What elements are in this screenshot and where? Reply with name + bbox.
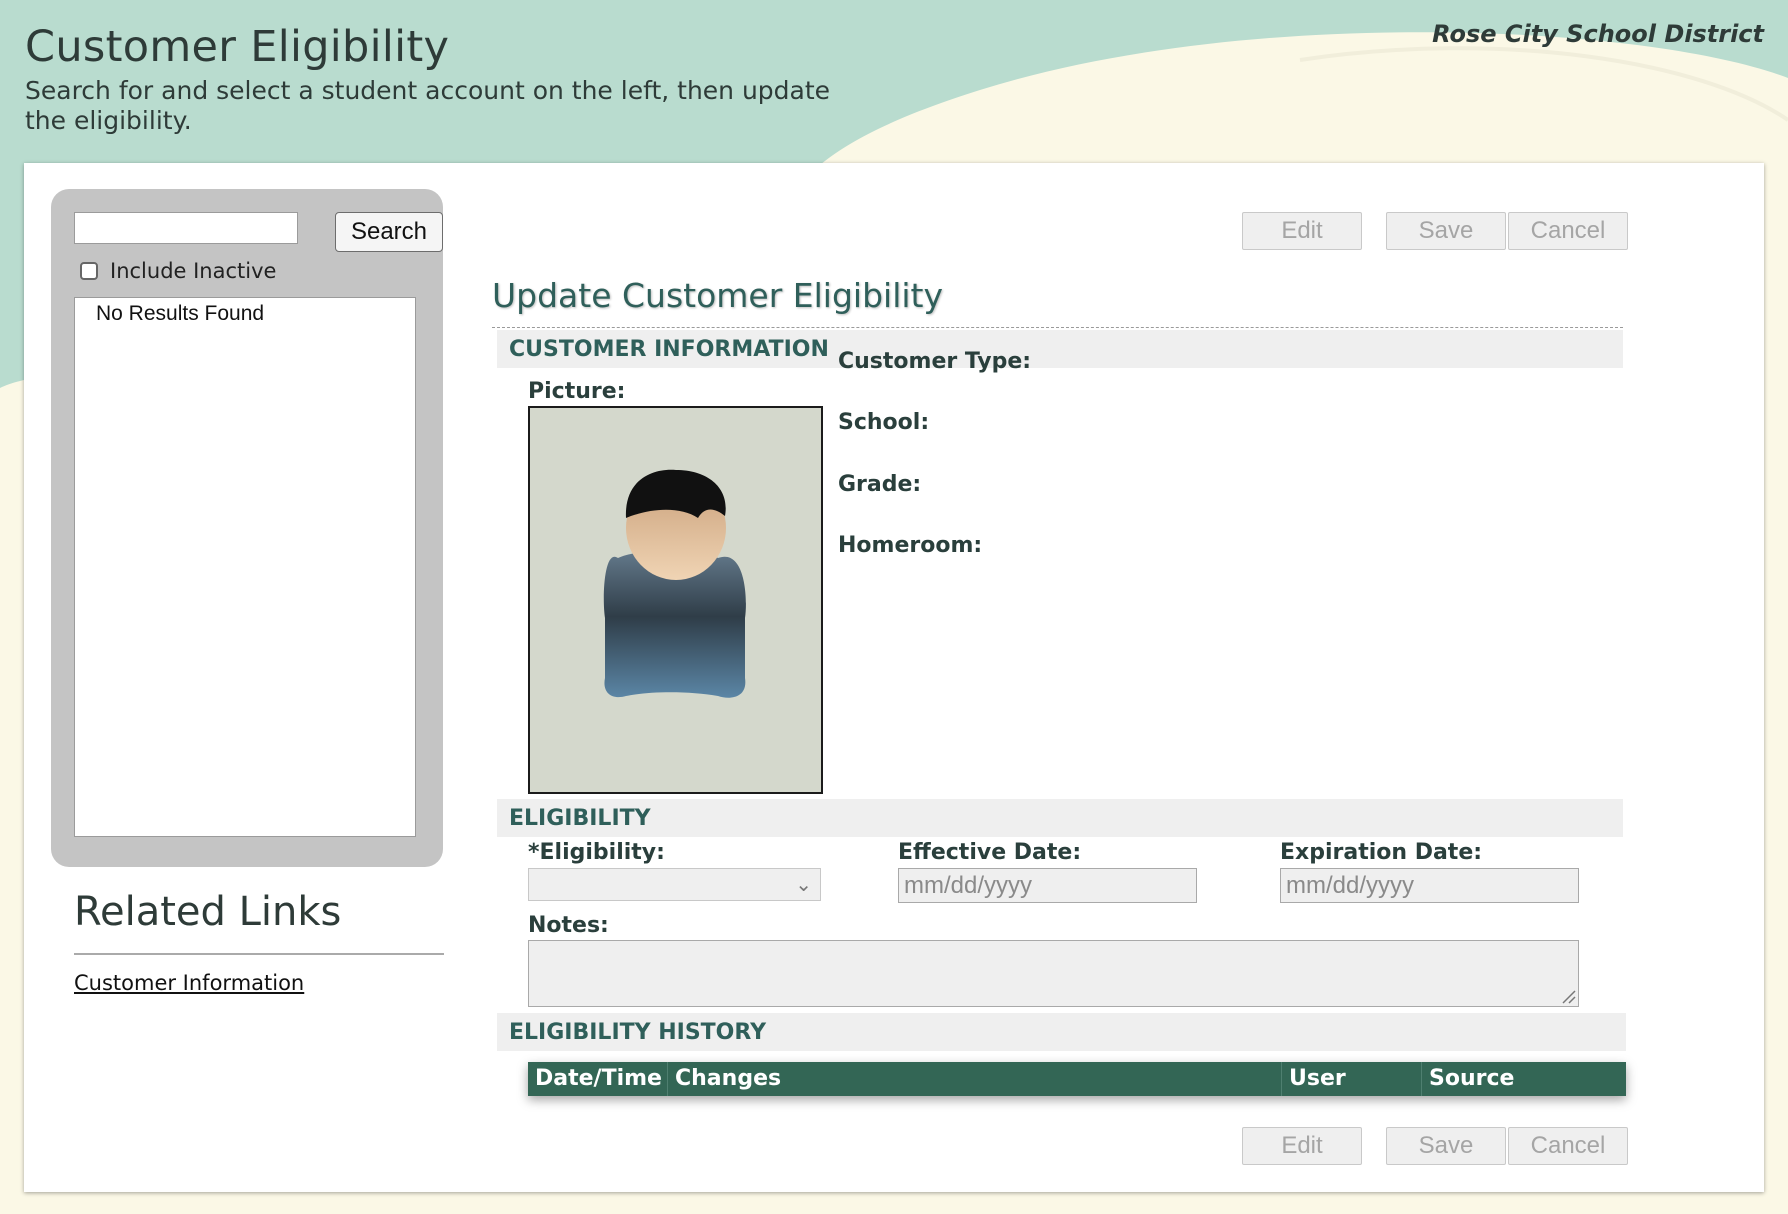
include-inactive-checkbox[interactable]: [80, 262, 98, 280]
notes-textarea[interactable]: [528, 940, 1579, 1007]
eligibility-history-header: ELIGIBILITY HISTORY: [497, 1013, 1626, 1051]
expiration-date-input[interactable]: mm/dd/yyyy: [1280, 868, 1579, 903]
cancel-button-bottom[interactable]: Cancel: [1508, 1127, 1628, 1165]
chevron-down-icon: ⌄: [795, 872, 812, 896]
eligibility-header: ELIGIBILITY: [497, 799, 1623, 837]
expiration-date-label: Expiration Date:: [1280, 840, 1483, 865]
include-inactive-option[interactable]: Include Inactive: [80, 259, 276, 283]
form-title: Update Customer Eligibility: [492, 276, 944, 315]
related-link-customer-information[interactable]: Customer Information: [74, 971, 304, 995]
save-button-bottom[interactable]: Save: [1386, 1127, 1506, 1165]
district-name: Rose City School District: [1432, 20, 1764, 48]
picture-label: Picture:: [528, 379, 626, 404]
page-title: Customer Eligibility: [25, 22, 450, 72]
column-header-datetime[interactable]: Date/Time: [528, 1062, 668, 1096]
related-links-title: Related Links: [74, 889, 342, 935]
eligibility-label: *Eligibility:: [528, 840, 665, 865]
school-label: School:: [838, 410, 930, 435]
homeroom-label: Homeroom:: [838, 533, 983, 558]
save-button-top[interactable]: Save: [1386, 212, 1506, 250]
eligibility-history-table: Date/Time Changes User Source: [528, 1062, 1626, 1096]
notes-label: Notes:: [528, 913, 609, 938]
default-avatar-icon: [603, 469, 746, 698]
main-panel: Search Include Inactive No Results Found…: [24, 163, 1764, 1192]
no-results-text: No Results Found: [96, 302, 265, 325]
search-panel: Search Include Inactive No Results Found: [51, 189, 443, 867]
customer-picture: [528, 406, 823, 794]
effective-date-input[interactable]: mm/dd/yyyy: [898, 868, 1197, 903]
eligibility-select[interactable]: ⌄: [528, 868, 821, 901]
edit-button-top[interactable]: Edit: [1242, 212, 1362, 250]
related-links-divider: [74, 953, 444, 955]
customer-type-label: Customer Type:: [838, 349, 1032, 374]
resize-handle-icon[interactable]: [1560, 988, 1576, 1004]
include-inactive-label: Include Inactive: [110, 259, 277, 283]
search-input[interactable]: [74, 212, 298, 244]
cancel-button-top[interactable]: Cancel: [1508, 212, 1628, 250]
grade-label: Grade:: [838, 472, 922, 497]
customer-information-header: CUSTOMER INFORMATION: [497, 330, 1623, 368]
column-header-source[interactable]: Source: [1422, 1062, 1626, 1096]
effective-date-label: Effective Date:: [898, 840, 1082, 865]
edit-button-bottom[interactable]: Edit: [1242, 1127, 1362, 1165]
search-button[interactable]: Search: [335, 212, 443, 252]
column-header-changes[interactable]: Changes: [668, 1062, 1282, 1096]
search-results-list[interactable]: No Results Found: [74, 297, 416, 837]
form-title-divider: [492, 327, 1623, 328]
column-header-user[interactable]: User: [1282, 1062, 1422, 1096]
page-description: Search for and select a student account …: [25, 76, 831, 135]
